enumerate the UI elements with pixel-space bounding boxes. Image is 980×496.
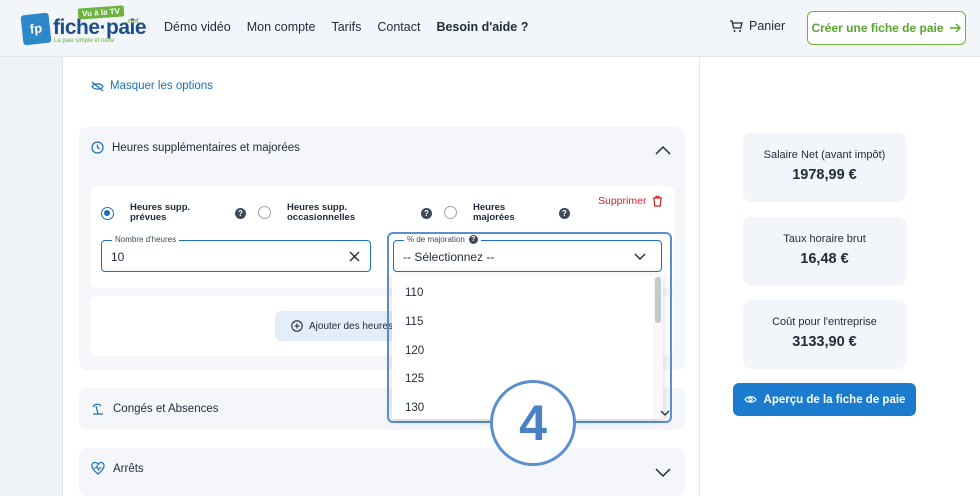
logo-badge: fp [20,12,52,46]
cart-link[interactable]: Panier [729,19,785,33]
help-icon[interactable]: ? [421,208,432,219]
radio-planned-overtime[interactable] [101,207,114,220]
eye-icon [743,396,757,403]
nav-demo-video[interactable]: Démo vidéo [164,20,231,34]
create-payslip-button[interactable]: Créer une fiche de paie [807,11,966,45]
hourly-rate-value: 16,48 € [800,251,849,267]
preview-payslip-button[interactable]: Aperçu de la fiche de paie [733,383,916,416]
radio-occasional-overtime[interactable] [258,206,271,219]
dropdown-option[interactable]: 120 [405,345,424,357]
logo-suffix: .net [126,18,139,25]
overtime-section-title: Heures supplémentaires et majorées [112,141,300,154]
logo-tagline: La paie simple et nette [54,38,115,44]
hours-count-label: Nombre d'heures [112,235,180,244]
add-hours-label: Ajouter des heures [309,320,393,332]
employer-cost-card: Coût pour l'entreprise 3133,90 € [743,300,906,369]
beach-icon [92,403,103,415]
eye-off-icon [91,81,104,91]
step-number-marker: 4 [490,380,576,466]
employer-cost-label: Coût pour l'entreprise [772,316,877,328]
radio-increased-hours-label[interactable]: Heures majorées [473,203,515,223]
preview-payslip-label: Aperçu de la fiche de paie [763,393,906,406]
main-nav: Démo vidéo Mon compte Tarifs Contact Bes… [164,20,528,34]
chevron-down-icon [660,410,670,416]
clear-icon[interactable] [349,251,360,262]
trash-icon [653,195,663,207]
cart-icon [730,19,743,32]
nav-contact[interactable]: Contact [377,20,420,34]
chevron-down-icon[interactable] [655,468,671,478]
employer-cost-value: 3133,90 € [792,334,857,350]
sick-leave-section: Arrêts [79,448,685,496]
help-icon[interactable]: ? [559,208,570,219]
delete-label: Supprimer [598,195,647,207]
leave-section-header[interactable]: Congés et Absences [91,402,219,415]
net-salary-card: Salaire Net (avant impôt) 1978,99 € [743,133,906,202]
arrow-right-icon [949,23,961,33]
clock-icon [91,141,104,154]
hourly-rate-card: Taux horaire brut 16,48 € [743,217,906,286]
dropdown-option[interactable]: 125 [405,373,424,385]
create-payslip-label: Créer une fiche de paie [811,21,944,35]
top-navbar: fp fiche·paie Vu à la TV .net La paie si… [0,0,980,57]
sick-leave-section-title: Arrêts [113,462,144,475]
help-icon[interactable]: ? [235,208,246,219]
dropdown-scroll-thumb[interactable] [655,277,661,323]
heart-pulse-icon [91,462,105,475]
dropdown-option[interactable]: 115 [405,316,423,328]
site-logo[interactable]: fp fiche·paie Vu à la TV .net La paie si… [20,5,147,48]
nav-help[interactable]: Besoin d'aide ? [436,20,528,34]
nav-pricing[interactable]: Tarifs [331,20,361,34]
sick-leave-section-header[interactable]: Arrêts [91,462,144,475]
dropdown-option[interactable]: 110 [405,287,423,299]
hours-count-field[interactable]: Nombre d'heures 10 [101,235,371,272]
cart-label: Panier [749,19,786,33]
radio-occasional-overtime-label[interactable]: Heures supp. occasionnelles [287,203,355,223]
hourly-rate-label: Taux horaire brut [783,233,866,245]
plus-circle-icon [291,320,303,332]
net-salary-value: 1978,99 € [792,167,857,183]
hours-count-value: 10 [111,250,125,264]
nav-account[interactable]: Mon compte [247,20,316,34]
leave-section-title: Congés et Absences [113,402,219,415]
radio-increased-hours[interactable] [444,206,457,219]
dropdown-option[interactable]: 130 [405,402,424,414]
hide-options-label: Masquer les options [110,80,213,92]
hide-options-link[interactable]: Masquer les options [91,80,213,92]
delete-button[interactable]: Supprimer [598,195,663,207]
add-hours-button[interactable]: Ajouter des heures [275,311,405,341]
radio-planned-overtime-label[interactable]: Heures supp. prévues [130,203,190,223]
net-salary-label: Salaire Net (avant impôt) [763,149,886,161]
chevron-up-icon[interactable] [655,145,671,155]
overtime-section-header[interactable]: Heures supplémentaires et majorées [91,141,300,154]
